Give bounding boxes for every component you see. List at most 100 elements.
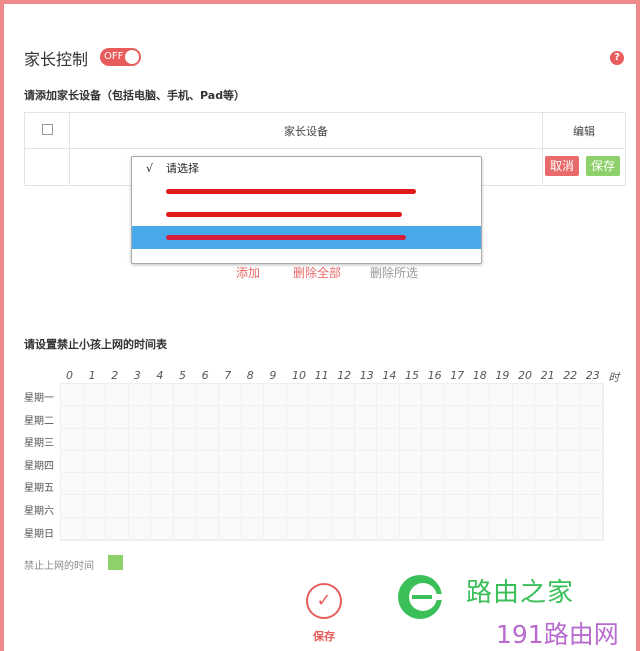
schedule-cell[interactable] — [557, 406, 581, 429]
schedule-cell[interactable] — [106, 450, 129, 474]
schedule-cell[interactable] — [354, 473, 378, 496]
schedule-cell[interactable] — [535, 450, 558, 474]
schedule-cell[interactable] — [309, 495, 332, 518]
schedule-cell[interactable] — [332, 406, 355, 429]
schedule-cell[interactable] — [580, 428, 603, 451]
schedule-cell[interactable] — [128, 428, 152, 451]
schedule-cell[interactable] — [241, 406, 265, 429]
schedule-cell[interactable] — [399, 473, 423, 496]
schedule-cell[interactable] — [196, 517, 220, 540]
schedule-cell[interactable] — [309, 406, 332, 429]
schedule-cell[interactable] — [196, 473, 220, 496]
schedule-cell[interactable] — [354, 384, 378, 407]
schedule-cell[interactable] — [264, 473, 287, 496]
schedule-cell[interactable] — [377, 473, 400, 496]
schedule-cell[interactable] — [219, 450, 242, 474]
schedule-cell[interactable] — [309, 450, 332, 474]
schedule-cell[interactable] — [264, 428, 287, 451]
schedule-cell[interactable] — [83, 450, 107, 474]
device-select-dropdown[interactable]: √ 请选择 — [131, 156, 482, 264]
schedule-cell[interactable] — [444, 517, 468, 540]
schedule-cell[interactable] — [219, 517, 242, 540]
schedule-cell[interactable] — [467, 406, 491, 429]
schedule-cell[interactable] — [444, 473, 468, 496]
schedule-cell[interactable] — [151, 517, 174, 540]
schedule-cell[interactable] — [309, 384, 332, 407]
schedule-cell[interactable] — [173, 495, 197, 518]
schedule-cell[interactable] — [467, 495, 491, 518]
schedule-cell[interactable] — [467, 428, 491, 451]
schedule-cell[interactable] — [309, 473, 332, 496]
schedule-cell[interactable] — [264, 384, 287, 407]
schedule-cell[interactable] — [196, 495, 220, 518]
schedule-cell[interactable] — [241, 450, 265, 474]
schedule-cell[interactable] — [61, 473, 84, 496]
select-all-checkbox[interactable] — [41, 123, 53, 135]
schedule-cell[interactable] — [286, 406, 310, 429]
schedule-cell[interactable] — [399, 406, 423, 429]
schedule-cell[interactable] — [490, 495, 513, 518]
dropdown-option-device-3[interactable] — [132, 226, 481, 249]
schedule-cell[interactable] — [241, 495, 265, 518]
add-device-link[interactable]: 添加 — [236, 264, 260, 281]
schedule-cell[interactable] — [264, 495, 287, 518]
schedule-cell[interactable] — [512, 384, 536, 407]
schedule-cell[interactable] — [467, 473, 491, 496]
schedule-cell[interactable] — [490, 384, 513, 407]
save-row-button[interactable]: 保存 — [586, 156, 621, 176]
schedule-cell[interactable] — [128, 384, 152, 407]
schedule-grid[interactable] — [60, 383, 604, 541]
schedule-cell[interactable] — [151, 473, 174, 496]
schedule-cell[interactable] — [535, 517, 558, 540]
schedule-cell[interactable] — [444, 428, 468, 451]
schedule-cell[interactable] — [128, 450, 152, 474]
schedule-cell[interactable] — [332, 450, 355, 474]
schedule-cell[interactable] — [61, 495, 84, 518]
schedule-cell[interactable] — [173, 384, 197, 407]
schedule-cell[interactable] — [309, 428, 332, 451]
schedule-cell[interactable] — [196, 384, 220, 407]
schedule-cell[interactable] — [512, 406, 536, 429]
schedule-cell[interactable] — [61, 450, 84, 474]
schedule-cell[interactable] — [196, 428, 220, 451]
help-icon[interactable]: ? — [610, 51, 624, 65]
schedule-cell[interactable] — [151, 428, 174, 451]
schedule-cell[interactable] — [219, 384, 242, 407]
schedule-cell[interactable] — [354, 406, 378, 429]
schedule-cell[interactable] — [377, 384, 400, 407]
schedule-cell[interactable] — [286, 495, 310, 518]
schedule-cell[interactable] — [490, 428, 513, 451]
schedule-cell[interactable] — [512, 450, 536, 474]
schedule-cell[interactable] — [422, 495, 445, 518]
schedule-cell[interactable] — [422, 428, 445, 451]
schedule-cell[interactable] — [83, 384, 107, 407]
schedule-cell[interactable] — [151, 406, 174, 429]
schedule-cell[interactable] — [580, 384, 603, 407]
schedule-cell[interactable] — [444, 450, 468, 474]
schedule-cell[interactable] — [399, 384, 423, 407]
schedule-cell[interactable] — [557, 428, 581, 451]
schedule-cell[interactable] — [354, 428, 378, 451]
schedule-cell[interactable] — [422, 450, 445, 474]
schedule-cell[interactable] — [219, 406, 242, 429]
schedule-cell[interactable] — [61, 406, 84, 429]
schedule-cell[interactable] — [83, 428, 107, 451]
schedule-cell[interactable] — [241, 428, 265, 451]
schedule-cell[interactable] — [422, 406, 445, 429]
schedule-cell[interactable] — [286, 517, 310, 540]
schedule-cell[interactable] — [241, 517, 265, 540]
schedule-cell[interactable] — [490, 517, 513, 540]
schedule-cell[interactable] — [83, 517, 107, 540]
schedule-cell[interactable] — [128, 473, 152, 496]
schedule-cell[interactable] — [264, 517, 287, 540]
schedule-cell[interactable] — [173, 406, 197, 429]
schedule-cell[interactable] — [354, 495, 378, 518]
schedule-cell[interactable] — [106, 495, 129, 518]
schedule-cell[interactable] — [399, 428, 423, 451]
delete-selected-link[interactable]: 删除所选 — [370, 264, 418, 281]
schedule-cell[interactable] — [264, 450, 287, 474]
schedule-cell[interactable] — [422, 517, 445, 540]
dropdown-option-placeholder[interactable]: √ 请选择 — [132, 157, 481, 180]
schedule-cell[interactable] — [309, 517, 332, 540]
save-button[interactable]: ✓ — [306, 583, 342, 619]
